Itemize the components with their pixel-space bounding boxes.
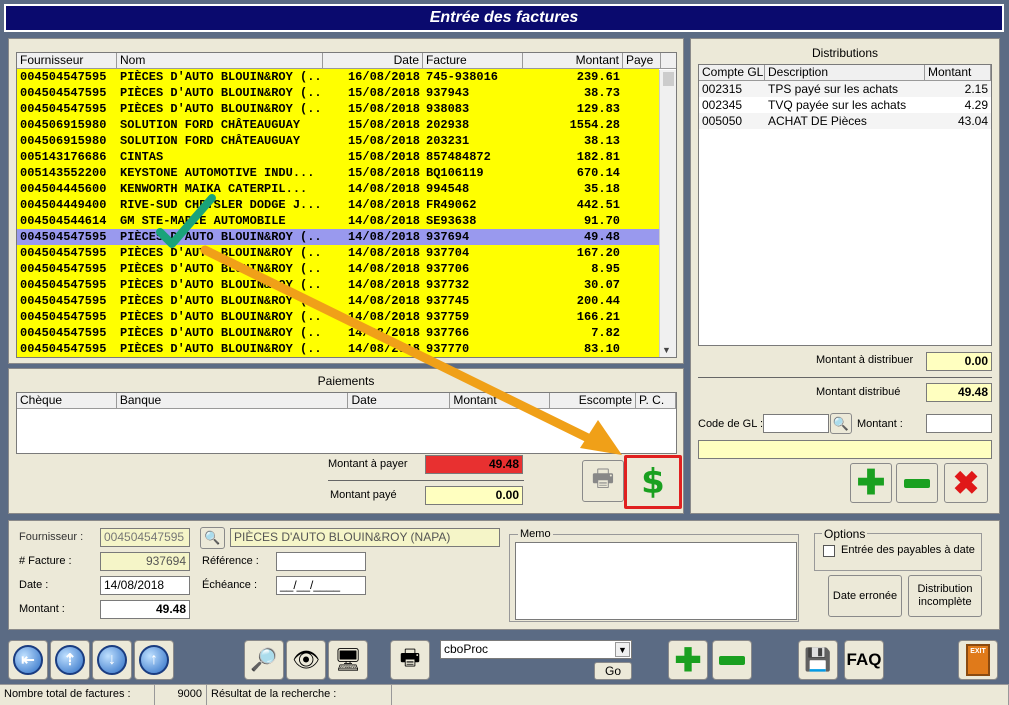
- annotation-arrow: [200, 245, 597, 445]
- checkmark-icon: [156, 194, 216, 248]
- annotation-overlay: [156, 194, 622, 455]
